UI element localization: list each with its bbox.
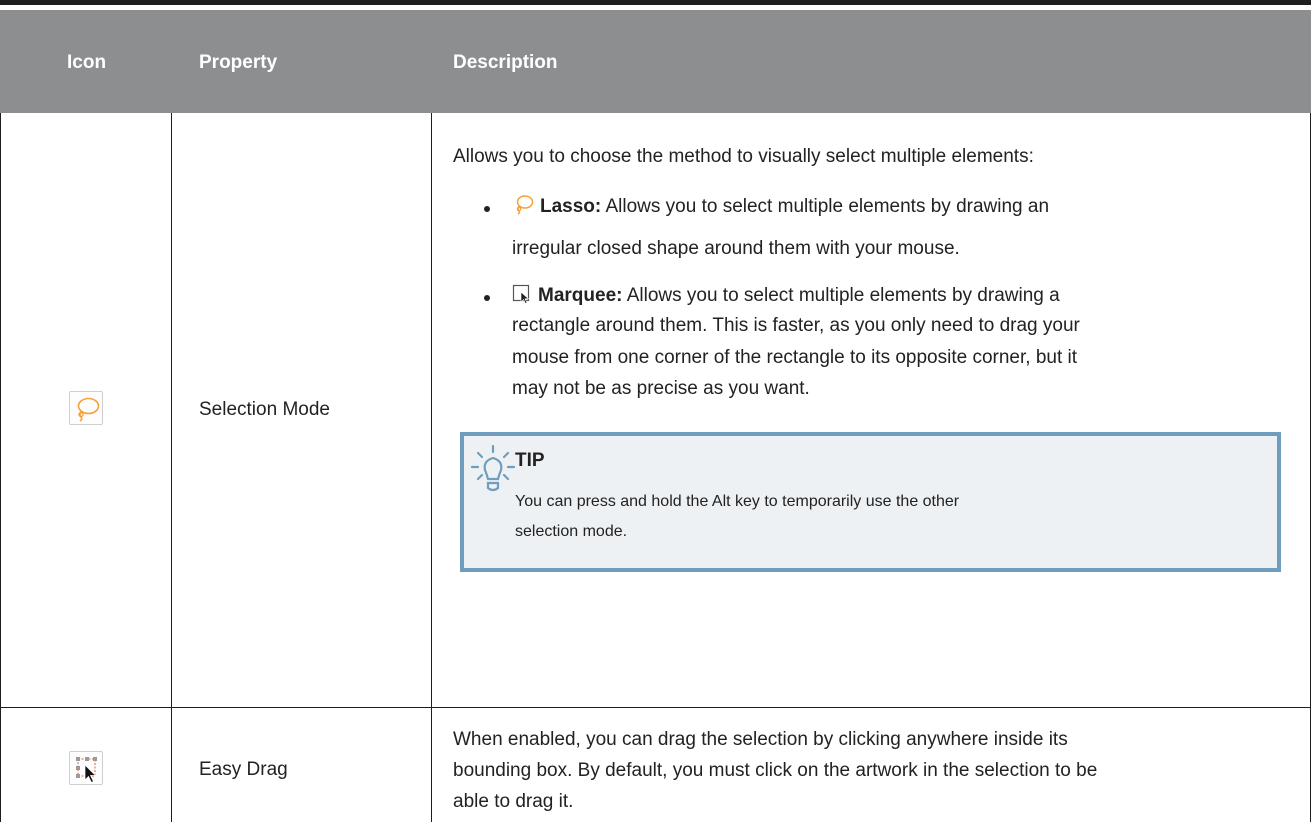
lightbulb-icon — [470, 444, 516, 492]
marquee-line1: Allows you to select multiple elements b… — [622, 285, 1060, 306]
column-divider-2 — [431, 113, 432, 822]
lasso-icon — [69, 391, 103, 425]
bullet-lasso: Lasso: Allows you to select multiple ele… — [512, 192, 1312, 222]
bullet-marquee: Marquee: Allows you to select multiple e… — [512, 281, 1312, 311]
property-easy-drag: Easy Drag — [199, 759, 288, 780]
marquee-term: Marquee: — [538, 285, 623, 306]
tip-box: TIP You can press and hold the Alt key t… — [460, 432, 1281, 572]
lasso-line2: irregular closed shape around them with … — [512, 238, 960, 259]
marquee-icon — [512, 284, 530, 304]
tip-line1: You can press and hold the Alt key to te… — [515, 493, 960, 510]
easy-drag-line1: When enabled, you can drag the selection… — [453, 729, 1068, 750]
selection-mode-intro: Allows you to choose the method to visua… — [453, 146, 1034, 167]
header-property: Property — [199, 52, 278, 73]
marquee-line2: rectangle around them. This is faster, a… — [512, 315, 1080, 336]
row-divider — [0, 707, 1311, 708]
property-table: Icon Property Description Selection Mode… — [0, 0, 1312, 822]
easy-drag-line3: able to drag it. — [453, 791, 574, 812]
lasso-icon — [516, 195, 534, 215]
table-header: Icon Property Description — [0, 10, 1311, 113]
easy-drag-line2: bounding box. By default, you must click… — [453, 760, 1098, 781]
bullet-dot — [484, 206, 490, 212]
lasso-term: Lasso: — [540, 196, 602, 217]
easy-drag-icon — [69, 751, 103, 785]
header-description: Description — [453, 52, 558, 73]
header-icon: Icon — [67, 52, 107, 73]
column-divider-1 — [171, 113, 172, 822]
table-border-left — [0, 113, 1, 822]
lasso-line1: Allows you to select multiple elements b… — [601, 196, 1050, 217]
property-selection-mode: Selection Mode — [199, 399, 330, 420]
tip-title: TIP — [515, 450, 545, 471]
bullet-dot — [484, 295, 490, 301]
marquee-line3: mouse from one corner of the rectangle t… — [512, 347, 1078, 368]
tip-line2: selection mode. — [515, 523, 628, 540]
marquee-line4: may not be as precise as you want. — [512, 378, 810, 399]
